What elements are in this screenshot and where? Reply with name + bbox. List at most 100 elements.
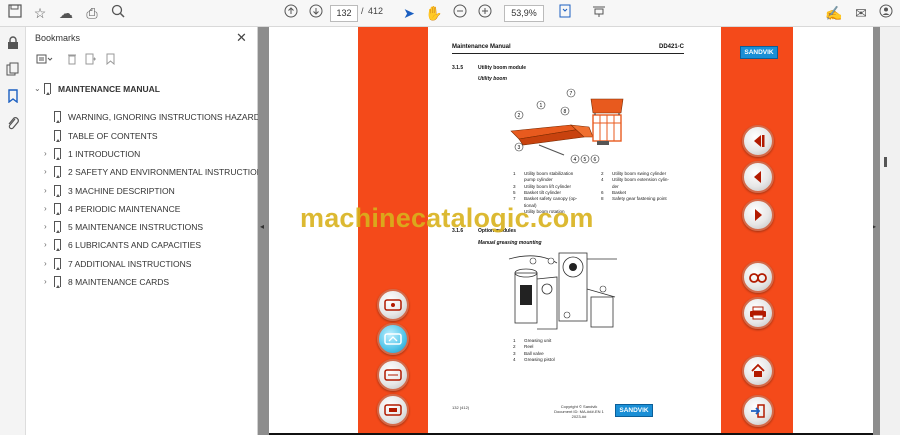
chevron-down-icon[interactable]: ⌄ — [34, 81, 41, 97]
legend-text: Safety gear fastening point — [612, 196, 667, 202]
first-page-button[interactable] — [742, 125, 774, 157]
svg-text:5: 5 — [584, 157, 587, 163]
legend-text: Basket tilt cylinder — [524, 189, 562, 195]
chevron-right-icon[interactable]: › — [44, 183, 47, 199]
section-number: 3.1.5 — [452, 65, 464, 71]
delete-bookmark-icon[interactable] — [67, 53, 77, 68]
legend-number: 4 — [601, 177, 604, 183]
upload-icon[interactable]: ☁ — [57, 4, 75, 22]
legend-text: Utility boom swing cylinder — [612, 171, 667, 176]
mail-icon[interactable]: ✉ — [852, 4, 870, 22]
search-binoculars-button[interactable] — [742, 261, 774, 293]
bookmark-flag-icon — [54, 276, 61, 288]
bookmark-item[interactable]: › 4 PERIODIC MAINTENANCE — [26, 201, 258, 217]
svg-text:1: 1 — [540, 103, 543, 109]
page-number-input[interactable]: 132 — [330, 5, 358, 22]
svg-text:7: 7 — [570, 91, 573, 97]
home-button[interactable] — [742, 355, 774, 387]
watermark-text: machinecatalogic.com — [300, 203, 594, 233]
zoom-level-input[interactable]: 53,9% — [504, 5, 544, 22]
greasing-mounting-diagram — [508, 252, 617, 330]
tag-bookmark-icon[interactable] — [105, 53, 117, 68]
bookmark-item[interactable]: ⌄ MAINTENANCE MANUAL — [26, 81, 258, 97]
document-id-line: Document ID: MA-###-EN 1 2023-## — [554, 409, 604, 419]
select-arrow-icon[interactable]: ➤ — [400, 4, 418, 22]
lock-icon[interactable] — [5, 36, 21, 52]
legend-number: 3 — [513, 350, 516, 356]
chevron-right-icon[interactable]: › — [44, 146, 47, 162]
sign-icon[interactable]: ✍ — [825, 4, 843, 22]
previous-page-button[interactable] — [742, 161, 774, 193]
vertical-scrollbar[interactable] — [880, 27, 900, 435]
bookmark-item[interactable]: › 2 SAFETY AND ENVIRONMENTAL INSTRUCTIONS — [26, 164, 269, 180]
doc-header: Maintenance Manual DD421-C — [452, 44, 684, 54]
legend-number: 2 — [513, 344, 516, 350]
view-page-button[interactable] — [377, 289, 409, 321]
bookmark-label: TABLE OF CONTENTS — [68, 130, 158, 141]
close-icon[interactable]: ✕ — [236, 30, 247, 46]
scroll-mode-icon[interactable] — [590, 4, 608, 22]
bookmark-item[interactable]: › 6 LUBRICANTS AND CAPACITIES — [26, 237, 258, 253]
bookmark-label: 1 INTRODUCTION — [68, 148, 141, 159]
doc-header-model: DD421-C — [658, 44, 684, 50]
bookmark-item[interactable]: WARNING, IGNORING INSTRUCTIONS HAZARD — [26, 109, 260, 125]
bookmark-item[interactable]: › 1 INTRODUCTION — [26, 146, 258, 162]
legend-number: 2 — [601, 171, 604, 176]
bookmark-label: 2 SAFETY AND ENVIRONMENTAL INSTRUCTIONS — [68, 167, 269, 178]
fit-page-icon[interactable] — [556, 4, 574, 22]
bookmark-item[interactable]: › 7 ADDITIONAL INSTRUCTIONS — [26, 256, 258, 272]
hand-icon[interactable]: ✋ — [425, 4, 443, 22]
bookmark-label: 3 MACHINE DESCRIPTION — [68, 185, 175, 196]
attachments-icon[interactable] — [5, 116, 21, 132]
legend-number: 7 — [513, 196, 516, 202]
left-rail — [0, 27, 26, 435]
chevron-right-icon[interactable]: › — [44, 201, 47, 217]
bookmark-item[interactable]: › 3 MACHINE DESCRIPTION — [26, 183, 258, 199]
new-bookmark-icon[interactable] — [85, 53, 97, 68]
chevron-right-icon[interactable]: › — [44, 274, 47, 290]
legend-number: 8 — [601, 196, 604, 202]
legend-text: Basket — [612, 189, 627, 195]
utility-boom-diagram: 2 1 7 8 3 4 5 6 — [510, 88, 624, 164]
bookmark-label: WARNING, IGNORING INSTRUCTIONS HAZARD — [68, 112, 260, 123]
scrollbar-thumb[interactable] — [884, 157, 887, 167]
account-icon[interactable] — [877, 4, 895, 22]
view-list-button[interactable] — [377, 359, 409, 391]
bookmark-label: 4 PERIODIC MAINTENANCE — [68, 203, 181, 214]
bookmark-star-icon[interactable]: ☆ — [31, 4, 49, 22]
chevron-right-icon[interactable]: › — [44, 256, 47, 272]
print-icon[interactable]: ⎙ — [83, 4, 101, 22]
bookmark-item[interactable]: TABLE OF CONTENTS — [26, 128, 258, 144]
svg-text:6: 6 — [594, 157, 597, 163]
legend-number: 6 — [601, 189, 604, 195]
legend-number: 5 — [513, 189, 516, 195]
zoom-search-icon[interactable] — [109, 4, 127, 22]
chevron-right-icon[interactable]: › — [44, 237, 47, 253]
panel-title: Bookmarks — [35, 33, 81, 43]
chevron-right-icon[interactable]: › — [44, 164, 47, 180]
page-down-icon[interactable] — [307, 4, 325, 22]
view-zoom-button[interactable] — [377, 323, 409, 355]
legend-text: Reel — [524, 344, 534, 350]
view-print-button[interactable] — [377, 394, 409, 426]
bookmark-flag-icon — [54, 257, 61, 270]
pages-thumbnail-icon[interactable] — [5, 62, 21, 78]
bookmark-item[interactable]: › 5 MAINTENANCE INSTRUCTIONS — [26, 219, 258, 235]
bookmark-item[interactable]: › 8 MAINTENANCE CARDS — [26, 274, 258, 290]
exit-button[interactable] — [742, 395, 774, 427]
svg-text:2: 2 — [518, 113, 521, 119]
zoom-out-icon[interactable] — [451, 4, 469, 22]
page-up-icon[interactable] — [282, 4, 300, 22]
svg-text:4: 4 — [574, 157, 577, 163]
collapse-left-icon[interactable]: ◂ — [260, 222, 264, 231]
zoom-in-icon[interactable] — [476, 4, 494, 22]
chevron-right-icon[interactable]: › — [44, 219, 47, 235]
bookmarks-panel-icon[interactable] — [5, 89, 21, 105]
bookmark-options-icon[interactable] — [36, 53, 54, 68]
bookmark-flag-icon — [54, 239, 61, 252]
bookmark-label: MAINTENANCE MANUAL — [58, 84, 160, 94]
print-button[interactable] — [742, 297, 774, 329]
next-page-button[interactable] — [742, 199, 774, 231]
bookmark-label: 7 ADDITIONAL INSTRUCTIONS — [68, 258, 192, 269]
save-icon[interactable] — [6, 4, 24, 22]
